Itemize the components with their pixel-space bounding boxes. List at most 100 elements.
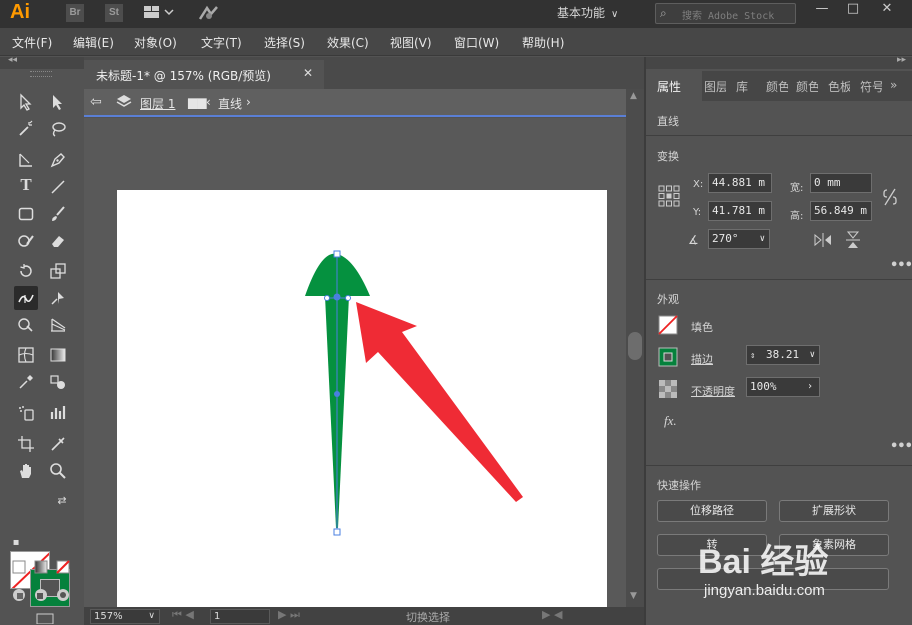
- transform-more-options-icon[interactable]: •••: [890, 258, 912, 273]
- tab-swatches[interactable]: 色板: [828, 78, 850, 95]
- scroll-thumb[interactable]: [628, 332, 642, 360]
- gradient-tool-icon[interactable]: [46, 343, 70, 367]
- color-mode-icon[interactable]: [8, 556, 30, 578]
- menu-help[interactable]: 帮助(H): [522, 34, 564, 51]
- breadcrumb-layer[interactable]: 图层 1: [140, 95, 175, 112]
- draw-behind-icon[interactable]: [30, 584, 52, 606]
- zoom-tool-icon[interactable]: [46, 459, 70, 483]
- breadcrumb-object[interactable]: 直线: [218, 95, 242, 112]
- close-icon[interactable]: ✕: [872, 0, 902, 20]
- slice-tool-icon[interactable]: [46, 432, 70, 456]
- appearance-more-options-icon[interactable]: •••: [890, 439, 912, 454]
- magic-wand-tool-icon[interactable]: [14, 117, 38, 141]
- opacity-label[interactable]: 不透明度: [691, 383, 735, 399]
- collapse-panel-icon[interactable]: ▸▸: [897, 55, 906, 65]
- panel-menu-icon[interactable]: »: [890, 78, 897, 92]
- swap-colors-icon[interactable]: ⇄: [54, 493, 70, 509]
- menu-type[interactable]: 文字(T): [201, 34, 242, 51]
- puppet-warp-tool-icon[interactable]: [46, 286, 70, 310]
- perspective-grid-tool-icon[interactable]: [46, 313, 70, 337]
- line-segment-tool-icon[interactable]: [46, 175, 70, 199]
- menu-file[interactable]: 文件(F): [12, 34, 52, 51]
- shaper-tool-icon[interactable]: [14, 229, 38, 253]
- stroke-weight-field[interactable]: ⇕ 38.21 ∨: [746, 345, 820, 365]
- anchor-point-tool-icon[interactable]: [14, 148, 38, 172]
- shape-builder-tool-icon[interactable]: [14, 313, 38, 337]
- gradient-mode-icon[interactable]: [30, 556, 52, 578]
- status-menu-icon[interactable]: ▶ ◀: [542, 608, 562, 621]
- tab-layers[interactable]: 图层: [704, 78, 726, 95]
- first-artboard-icon[interactable]: ⏮ ◀: [172, 608, 194, 622]
- scroll-up-icon[interactable]: ▲: [630, 91, 637, 101]
- menu-window[interactable]: 窗口(W): [454, 34, 499, 51]
- menu-view[interactable]: 视图(V): [390, 34, 432, 51]
- stroke-label[interactable]: 描边: [691, 351, 713, 367]
- scroll-down-icon[interactable]: ▼: [630, 591, 637, 601]
- width-tool-icon[interactable]: [14, 286, 38, 310]
- constrain-proportions-icon[interactable]: [882, 187, 898, 210]
- fill-none-swatch-icon[interactable]: [658, 315, 678, 338]
- blend-tool-icon[interactable]: [46, 370, 70, 394]
- rotation-angle-field[interactable]: 270° ∨: [708, 229, 770, 249]
- quick-action-button[interactable]: [657, 568, 889, 590]
- document-tab[interactable]: 未标题-1* @ 157% (RGB/预览) ✕: [84, 60, 324, 89]
- convert-button[interactable]: 转: [657, 534, 767, 556]
- tab-color[interactable]: 颜色: [766, 78, 788, 95]
- close-tab-icon[interactable]: ✕: [303, 66, 313, 80]
- type-tool-icon[interactable]: T: [14, 175, 38, 199]
- tools-panel-header[interactable]: ◂◂: [0, 55, 84, 69]
- rectangle-tool-icon[interactable]: [14, 202, 38, 226]
- eyedropper-tool-icon[interactable]: [14, 370, 38, 394]
- stock-search-input[interactable]: ⌕ 搜索 Adobe Stock: [655, 3, 796, 24]
- stock-button[interactable]: St: [105, 4, 123, 22]
- paintbrush-tool-icon[interactable]: [46, 202, 70, 226]
- eraser-tool-icon[interactable]: [46, 229, 70, 253]
- tools-grip[interactable]: [30, 71, 52, 77]
- width-field[interactable]: 0 mm: [810, 173, 872, 193]
- stroke-swatch-icon[interactable]: [658, 347, 678, 370]
- y-position-field[interactable]: 41.781 m: [708, 201, 772, 221]
- fx-icon[interactable]: fx.: [664, 413, 677, 429]
- lasso-tool-icon[interactable]: [46, 117, 70, 141]
- collapse-arrows-icon[interactable]: ◂◂: [8, 55, 17, 65]
- vertical-scrollbar[interactable]: ▲ ▼: [626, 89, 644, 607]
- maximize-icon[interactable]: □: [838, 0, 868, 20]
- menu-edit[interactable]: 编辑(E): [73, 34, 114, 51]
- direct-selection-tool-icon[interactable]: [46, 90, 70, 114]
- zoom-level-select[interactable]: 157% ∨: [90, 609, 160, 624]
- selection-tool-icon[interactable]: [14, 90, 38, 114]
- pixel-grid-button[interactable]: 象素网格: [779, 534, 889, 556]
- opacity-field[interactable]: 100% ›: [746, 377, 820, 397]
- gpu-performance-icon[interactable]: [194, 1, 222, 23]
- next-artboard-icon[interactable]: ▶ ⏭: [278, 608, 300, 622]
- x-position-field[interactable]: 44.881 m: [708, 173, 772, 193]
- tab-symbols[interactable]: 符号: [860, 78, 882, 95]
- rotate-tool-icon[interactable]: [14, 259, 38, 283]
- default-colors-icon[interactable]: ▪: [8, 535, 24, 551]
- menu-effect[interactable]: 效果(C): [327, 34, 369, 51]
- stepper-icon[interactable]: ⇕: [750, 351, 755, 361]
- scale-tool-icon[interactable]: [46, 259, 70, 283]
- artboard-tool-icon[interactable]: [14, 432, 38, 456]
- draw-inside-icon[interactable]: [52, 584, 74, 606]
- flip-horizontal-icon[interactable]: [814, 233, 832, 250]
- menu-object[interactable]: 对象(O): [134, 34, 177, 51]
- arrange-documents-icon[interactable]: [140, 1, 180, 23]
- none-mode-icon[interactable]: [52, 556, 74, 578]
- offset-path-button[interactable]: 位移路径: [657, 500, 767, 522]
- panel-header[interactable]: ▸▸: [646, 55, 912, 69]
- minimize-icon[interactable]: —: [807, 0, 837, 20]
- mesh-tool-icon[interactable]: [14, 343, 38, 367]
- flip-vertical-icon[interactable]: [846, 231, 860, 252]
- tab-libraries[interactable]: 库: [736, 78, 748, 95]
- symbol-sprayer-tool-icon[interactable]: [14, 401, 38, 425]
- pen-tool-icon[interactable]: [46, 148, 70, 172]
- tab-properties[interactable]: 属性: [657, 78, 681, 95]
- hand-tool-icon[interactable]: [14, 459, 38, 483]
- canvas-area[interactable]: [84, 118, 626, 610]
- exit-isolation-icon[interactable]: ⇦: [90, 94, 102, 110]
- bridge-button[interactable]: Br: [66, 4, 84, 22]
- reference-point-icon[interactable]: [658, 185, 680, 210]
- menu-select[interactable]: 选择(S): [264, 34, 305, 51]
- draw-normal-icon[interactable]: [8, 584, 30, 606]
